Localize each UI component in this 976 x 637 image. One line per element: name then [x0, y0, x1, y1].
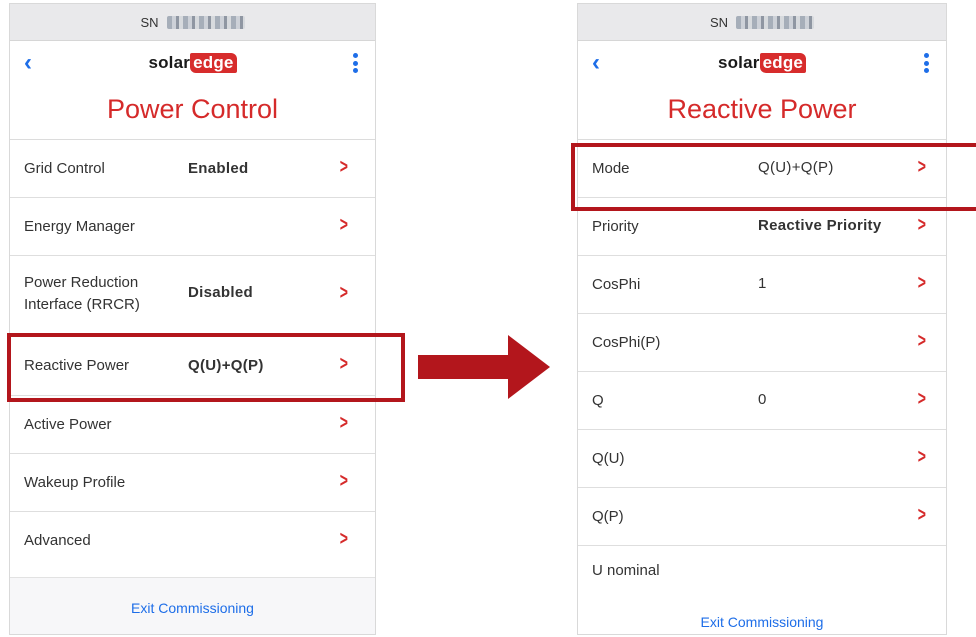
sn-label: SN: [140, 14, 159, 30]
chevron-right-icon: >: [339, 353, 348, 375]
kebab-menu-icon[interactable]: [920, 51, 932, 75]
row-value: 1: [758, 275, 767, 292]
chevron-right-icon: >: [339, 528, 348, 550]
row-u-nominal[interactable]: U nominal: [578, 546, 946, 606]
chevron-right-icon: >: [917, 388, 926, 410]
power-control-screen: SN ‹ solar edge Power Control Grid Contro…: [9, 3, 376, 635]
row-label: U nominal: [592, 562, 660, 579]
sn-label: SN: [709, 14, 729, 30]
page-title: Power Control: [10, 87, 375, 140]
exit-commissioning-link[interactable]: Exit Commissioning: [10, 600, 375, 616]
row-value: Q(U)+Q(P): [188, 357, 264, 374]
row-energy-manager[interactable]: Energy Manager >: [10, 198, 375, 256]
row-label: Grid Control: [24, 160, 105, 177]
row-advanced[interactable]: Advanced >: [10, 512, 375, 570]
exit-commissioning-link[interactable]: Exit Commissioning: [578, 614, 946, 630]
row-mode[interactable]: Mode Q(U)+Q(P) >: [578, 140, 946, 198]
chevron-right-icon: >: [339, 156, 348, 178]
row-cosphi-p[interactable]: CosPhi(P) >: [578, 314, 946, 372]
serial-number-bar: SN: [578, 4, 946, 41]
row-value: Enabled: [188, 160, 249, 177]
row-wakeup-profile[interactable]: Wakeup Profile >: [10, 454, 375, 512]
kebab-menu-icon[interactable]: [349, 51, 361, 75]
row-label: Wakeup Profile: [24, 474, 126, 491]
settings-list: Grid Control Enabled > Energy Manager > …: [10, 140, 375, 570]
row-q-u[interactable]: Q(U) >: [578, 430, 946, 488]
row-power-reduction-interface[interactable]: Power Reduction Interface (RRCR) Disable…: [10, 256, 375, 335]
app-header: ‹ solar edge: [578, 41, 946, 87]
right-arrow-icon: [418, 335, 550, 399]
chevron-right-icon: >: [339, 412, 348, 434]
row-label: Reactive Power: [24, 357, 130, 374]
solaredge-logo: solar edge: [578, 53, 946, 73]
serial-number-redacted: [166, 15, 245, 29]
chevron-right-icon: >: [917, 504, 926, 526]
row-label: CosPhi: [592, 276, 641, 293]
chevron-right-icon: >: [339, 282, 348, 304]
row-active-power[interactable]: Active Power >: [10, 396, 375, 454]
row-cosphi[interactable]: CosPhi 1 >: [578, 256, 946, 314]
row-label: Priority: [592, 218, 639, 235]
row-label: CosPhi(P): [592, 334, 661, 351]
serial-number-redacted: [736, 15, 815, 29]
row-reactive-power[interactable]: Reactive Power Q(U)+Q(P) >: [10, 335, 375, 396]
settings-list: Mode Q(U)+Q(P) > Priority Reactive Prior…: [578, 140, 946, 606]
chevron-right-icon: >: [917, 446, 926, 468]
app-header: ‹ solar edge: [10, 41, 375, 87]
row-priority[interactable]: Priority Reactive Priority >: [578, 198, 946, 256]
chevron-right-icon: >: [339, 470, 348, 492]
page-title: Reactive Power: [578, 87, 946, 140]
row-q-p[interactable]: Q(P) >: [578, 488, 946, 546]
row-label: Energy Manager: [24, 218, 135, 235]
row-value: Q(U)+Q(P): [758, 159, 834, 176]
chevron-right-icon: >: [917, 330, 926, 352]
reactive-power-screen: SN ‹ solar edge Reactive Power Mode Q(U)+…: [577, 3, 947, 635]
row-value: Disabled: [188, 284, 253, 301]
chevron-right-icon: >: [339, 214, 348, 236]
row-label: Q: [592, 392, 604, 409]
row-value: 0: [758, 391, 767, 408]
chevron-right-icon: >: [917, 156, 926, 178]
row-label: Q(U): [592, 450, 625, 467]
row-value: Reactive Priority: [758, 217, 882, 234]
chevron-right-icon: >: [917, 214, 926, 236]
solaredge-logo: solar edge: [10, 53, 375, 73]
row-grid-control[interactable]: Grid Control Enabled >: [10, 140, 375, 198]
serial-number-bar: SN: [10, 4, 375, 41]
row-label: Q(P): [592, 508, 624, 525]
chevron-right-icon: >: [917, 272, 926, 294]
row-label: Mode: [592, 160, 630, 177]
row-q[interactable]: Q 0 >: [578, 372, 946, 430]
row-label: Advanced: [24, 532, 91, 549]
row-label: Power Reduction Interface (RRCR): [24, 274, 140, 313]
row-label: Active Power: [24, 416, 112, 433]
